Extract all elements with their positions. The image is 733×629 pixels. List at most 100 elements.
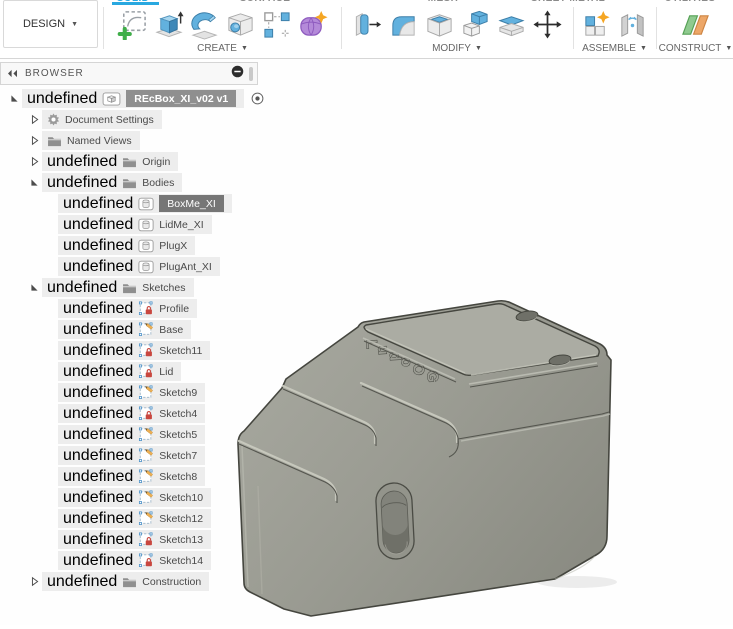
tree-row-sketch4[interactable]: undefined Sketch4 [0,403,264,424]
collapse-arrow-icon[interactable] [26,282,42,293]
group-label-create[interactable]: CREATE ▼ [197,43,248,54]
display-settings-icon[interactable] [231,65,244,83]
create-sketch-button[interactable] [115,5,151,43]
joint-button[interactable] [615,5,651,43]
tree-row-plugant-xi[interactable]: undefined PlugAnt_XI [0,256,264,277]
visibility-off-icon[interactable]: undefined [63,468,133,486]
tree-row-label: Document Settings [65,113,154,126]
collapse-arrow-icon[interactable] [6,93,22,104]
rectangular-pattern-button[interactable] [259,5,295,43]
revolve-icon [191,11,218,40]
tree-row-sketch9[interactable]: undefined Sketch9 [0,382,264,403]
tree-row-named-views[interactable]: Named Views [0,130,264,151]
collapse-arrow-icon[interactable] [26,177,42,188]
group-label-construct[interactable]: CONSTRUCT ▼ [659,43,733,54]
gear-icon [47,113,60,126]
visibility-off-icon[interactable]: undefined [63,300,133,318]
fillet-button[interactable] [385,5,421,43]
shell-button[interactable] [421,5,457,43]
sketch-locked-icon [138,406,154,421]
slot-recess[interactable] [375,482,415,560]
visibility-off-icon[interactable]: undefined [63,363,133,381]
visibility-off-icon[interactable]: undefined [63,552,133,570]
visibility-off-icon[interactable]: undefined [63,531,133,549]
tree-row-boxme-xi[interactable]: undefined BoxMe_XI [0,193,264,214]
expand-arrow-icon[interactable] [26,576,42,587]
tree-row-sketch13[interactable]: undefined Sketch13 [0,529,264,550]
browser-panel-header[interactable]: BROWSER [0,62,258,85]
viewport-canvas[interactable]: LudoOG BROWSER undefined REcBox_XI_v02 v… [0,59,733,625]
tab-mesh[interactable]: MESH [428,0,459,4]
sketch-locked-icon [138,532,154,547]
tree-row-pill: undefined REcBox_XI_v02 v1 [22,89,245,108]
tree-row-sketches[interactable]: undefined Sketches [0,277,264,298]
tree-row-lidme-xi[interactable]: undefined LidMe_XI [0,214,264,235]
visibility-on-icon[interactable]: undefined [63,195,133,213]
tree-row-origin[interactable]: undefined Origin [0,151,264,172]
tab-utilities[interactable]: UTILITIES [665,0,716,4]
tree-row-pill: undefined Profile [58,299,198,318]
tree-row-plugx[interactable]: undefined PlugX [0,235,264,256]
move-copy-button[interactable] [529,5,565,43]
offset-plane-icon [682,14,709,35]
visibility-off-icon[interactable]: undefined [63,237,133,255]
visibility-on-icon[interactable]: undefined [47,279,117,297]
visibility-off-icon[interactable]: undefined [63,447,133,465]
hole-button[interactable] [223,5,259,43]
visibility-off-icon[interactable]: undefined [63,384,133,402]
scrollbar-thumb[interactable] [249,66,253,81]
press-pull-icon [355,12,381,36]
visibility-off-icon[interactable]: undefined [63,258,133,276]
workspace-selector[interactable]: DESIGN ▼ [3,0,98,48]
tree-row-pill: undefined Sketch13 [58,530,212,549]
collapse-panel-icon[interactable] [7,69,18,78]
activate-component-radio[interactable] [251,92,264,105]
tree-row-sketch14[interactable]: undefined Sketch14 [0,550,264,571]
move-copy-icon [532,9,562,39]
tab-sheet-metal[interactable]: SHEET METAL [531,0,605,4]
tree-row-sketch11[interactable]: undefined Sketch11 [0,340,264,361]
toolbar-divider [341,7,342,49]
group-label-modify[interactable]: MODIFY ▼ [432,43,482,54]
visibility-on-icon[interactable]: undefined [27,90,97,108]
extrude-button[interactable] [151,5,187,43]
tree-row-label: Base [159,323,184,336]
model-3d-body[interactable]: LudoOG [225,294,625,629]
visibility-off-icon[interactable]: undefined [47,153,117,171]
tree-row-pill: undefined Construction [42,572,210,591]
press-pull-button[interactable] [349,5,385,43]
tree-row-sketch7[interactable]: undefined Sketch7 [0,445,264,466]
new-component-button[interactable] [579,5,615,43]
expand-arrow-icon[interactable] [26,114,42,125]
revolve-button[interactable] [187,5,223,43]
tree-row-construction[interactable]: undefined Construction [0,571,264,592]
visibility-on-icon[interactable]: undefined [63,216,133,234]
expand-arrow-icon[interactable] [26,156,42,167]
create-form-button[interactable] [295,5,331,43]
tree-row-sketch10[interactable]: undefined Sketch10 [0,487,264,508]
tree-row-sketch5[interactable]: undefined Sketch5 [0,424,264,445]
tab-surface[interactable]: SURFACE [240,0,291,4]
visibility-on-icon[interactable]: undefined [47,174,117,192]
expand-arrow-icon[interactable] [26,135,42,146]
tree-row-lid[interactable]: undefined Lid [0,361,264,382]
tree-row-recbox-xi-v02-v1[interactable]: undefined REcBox_XI_v02 v1 [0,88,264,109]
tree-row-sketch12[interactable]: undefined Sketch12 [0,508,264,529]
visibility-on-icon[interactable]: undefined [47,573,117,591]
toolbar-group-construct: CONSTRUCT ▼ [658,4,733,54]
split-body-button[interactable] [493,5,529,43]
visibility-off-icon[interactable]: undefined [63,510,133,528]
visibility-off-icon[interactable]: undefined [63,426,133,444]
visibility-off-icon[interactable]: undefined [63,342,133,360]
tree-row-profile[interactable]: undefined Profile [0,298,264,319]
group-label-assemble[interactable]: ASSEMBLE ▼ [582,43,647,54]
tree-row-base[interactable]: undefined Base [0,319,264,340]
visibility-off-icon[interactable]: undefined [63,489,133,507]
tree-row-document-settings[interactable]: Document Settings [0,109,264,130]
visibility-off-icon[interactable]: undefined [63,405,133,423]
visibility-off-icon[interactable]: undefined [63,321,133,339]
tree-row-bodies[interactable]: undefined Bodies [0,172,264,193]
tree-row-sketch8[interactable]: undefined Sketch8 [0,466,264,487]
offset-plane-button[interactable] [678,5,714,43]
combine-button[interactable] [457,5,493,43]
